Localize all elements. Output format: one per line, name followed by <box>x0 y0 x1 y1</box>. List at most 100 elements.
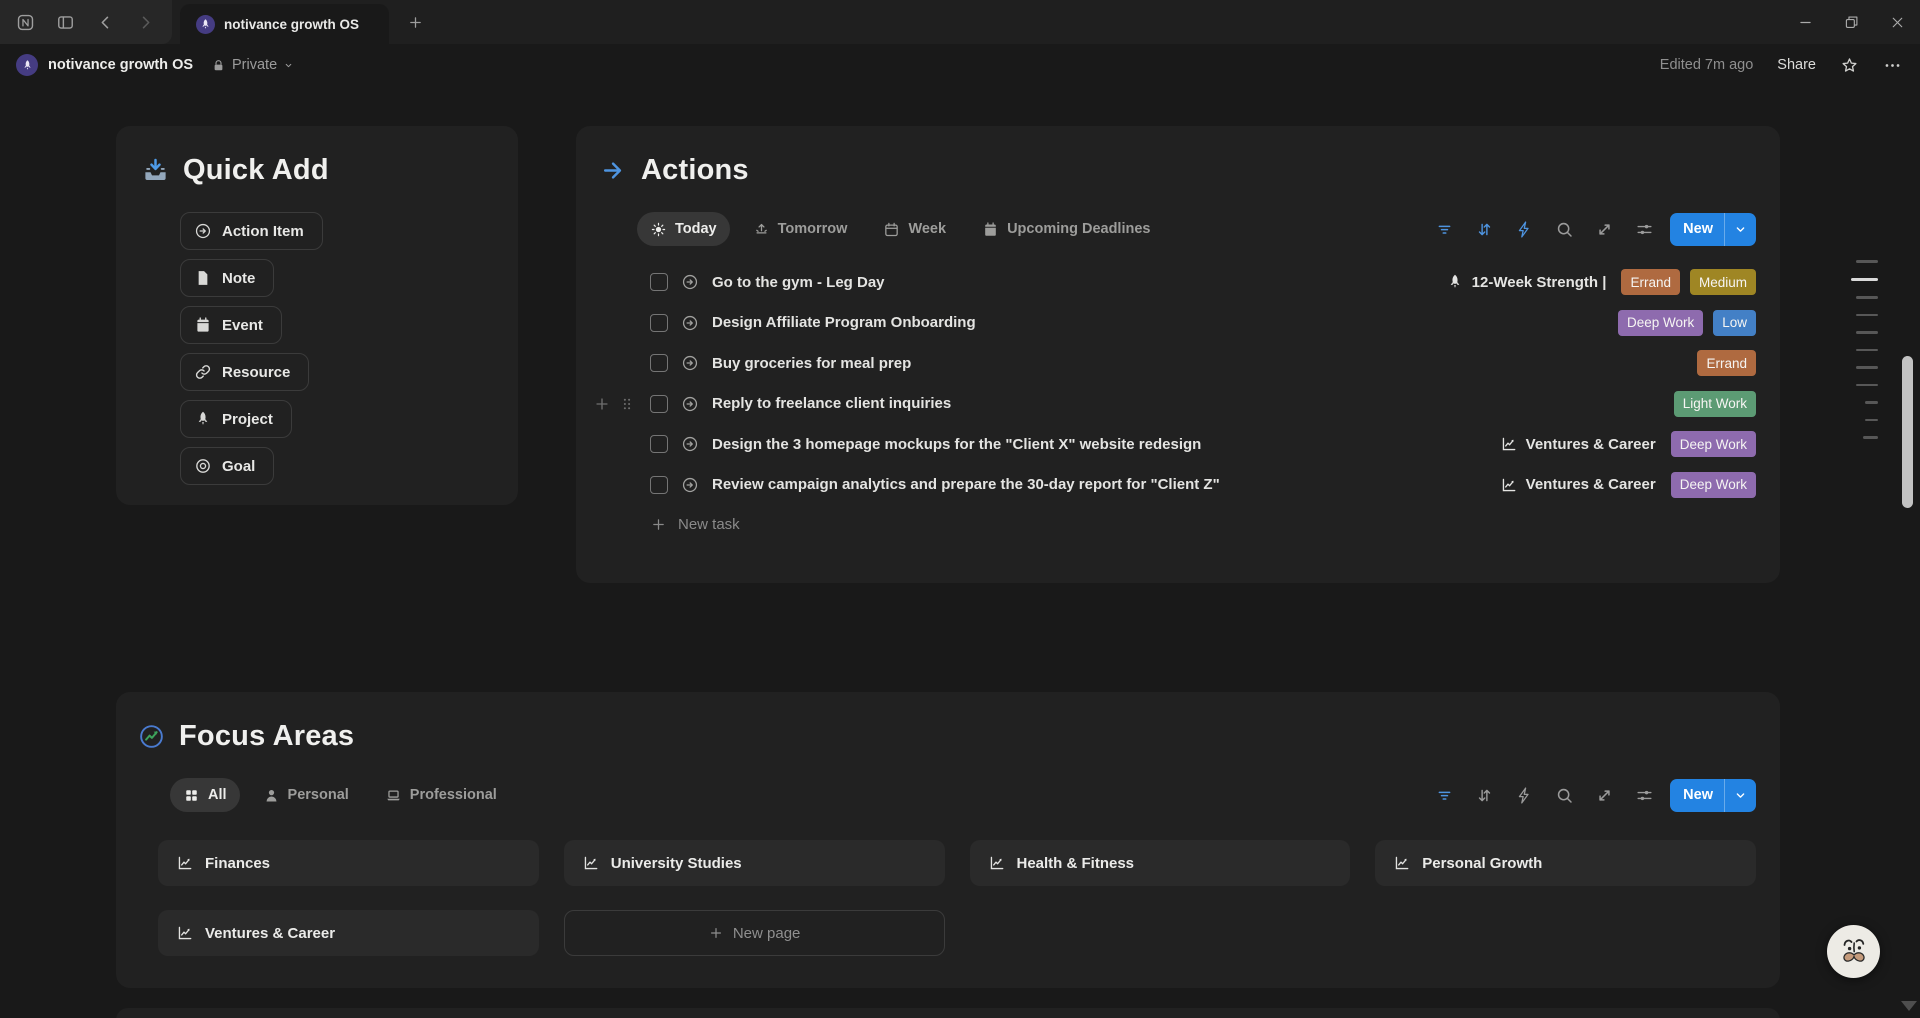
actions-view-week[interactable]: Week <box>870 212 959 246</box>
outline-dash[interactable] <box>1865 401 1878 404</box>
task-row[interactable]: Design the 3 homepage mockups for the "C… <box>600 424 1756 465</box>
focus-area-ventures-career[interactable]: Ventures & Career <box>158 910 539 956</box>
outline-dash[interactable] <box>1865 419 1878 422</box>
outline-dash[interactable] <box>1856 331 1878 334</box>
task-title[interactable]: Go to the gym - Leg Day <box>712 274 885 291</box>
sliders-button[interactable] <box>1635 220 1654 239</box>
notion-ai-face-button[interactable] <box>1827 925 1880 978</box>
sidebar-toggle-button[interactable] <box>48 6 82 38</box>
outline-dash[interactable] <box>1856 296 1878 299</box>
focus-area-health-fitness[interactable]: Health & Fitness <box>970 840 1351 886</box>
scrollbar-thumb[interactable] <box>1902 356 1913 508</box>
task-row[interactable]: Reply to freelance client inquiries Light… <box>600 384 1756 425</box>
task-project[interactable]: Ventures & Career <box>1500 476 1656 494</box>
focus-areas-card: Focus Areas AllPersonalProfessional New … <box>116 692 1780 988</box>
outline-dash[interactable] <box>1856 314 1878 317</box>
task-checkbox[interactable] <box>650 435 668 453</box>
outline-dash[interactable] <box>1863 436 1878 439</box>
favorite-button[interactable] <box>1840 56 1859 75</box>
actions-view-upcoming-deadlines[interactable]: Upcoming Deadlines <box>969 212 1163 246</box>
task-checkbox[interactable] <box>650 354 668 372</box>
sun-icon <box>650 221 667 238</box>
task-title[interactable]: Buy groceries for meal prep <box>712 355 911 372</box>
chart-icon <box>988 854 1006 872</box>
new-task-button[interactable]: New task <box>600 506 740 542</box>
focus-view-professional[interactable]: Professional <box>372 778 510 812</box>
tag-deep-work: Deep Work <box>1671 472 1756 498</box>
new-button-dropdown[interactable] <box>1725 788 1756 803</box>
expand-button[interactable] <box>1595 220 1614 239</box>
actions-new-button[interactable]: New <box>1670 213 1756 246</box>
filter-button[interactable] <box>1435 220 1454 239</box>
bolt-button[interactable] <box>1515 786 1534 805</box>
outline-dash[interactable] <box>1856 366 1878 369</box>
quick-add-button-label: Project <box>222 411 273 428</box>
tag-errand: Errand <box>1621 269 1680 295</box>
outline-dash[interactable] <box>1856 384 1878 387</box>
actions-view-tomorrow[interactable]: Tomorrow <box>740 212 861 246</box>
quick-add-goal-button[interactable]: Goal <box>180 447 274 485</box>
task-checkbox[interactable] <box>650 273 668 291</box>
task-project[interactable]: Ventures & Career <box>1500 435 1656 453</box>
minimize-button[interactable] <box>1782 0 1828 44</box>
page-tab[interactable]: notivance growth OS <box>180 4 389 44</box>
actions-toolbar <box>1435 220 1654 239</box>
quick-add-note-button[interactable]: Note <box>180 259 274 297</box>
task-checkbox[interactable] <box>650 314 668 332</box>
share-button[interactable]: Share <box>1777 57 1816 73</box>
chart-icon <box>1500 476 1518 494</box>
task-project[interactable]: 12-Week Strength | <box>1446 273 1607 291</box>
sort-button[interactable] <box>1475 220 1494 239</box>
task-title[interactable]: Design Affiliate Program Onboarding <box>712 314 976 331</box>
notion-logo-button[interactable] <box>8 6 42 38</box>
tag-light-work: Light Work <box>1674 391 1756 417</box>
task-title[interactable]: Reply to freelance client inquiries <box>712 395 951 412</box>
restore-button[interactable] <box>1828 0 1874 44</box>
new-page-button[interactable]: New page <box>564 910 945 956</box>
chevron-down-icon <box>1733 788 1748 803</box>
breadcrumb[interactable]: notivance growth OS <box>16 54 193 76</box>
expand-button[interactable] <box>1595 786 1614 805</box>
focus-new-button[interactable]: New <box>1670 779 1756 812</box>
focus-area-finances[interactable]: Finances <box>158 840 539 886</box>
sliders-button[interactable] <box>1635 786 1654 805</box>
arrow-circle-icon <box>681 314 699 332</box>
task-row[interactable]: Buy groceries for meal prepErrand <box>600 343 1756 384</box>
more-options-button[interactable] <box>1883 56 1902 75</box>
task-row[interactable]: Design Affiliate Program OnboardingDeep … <box>600 303 1756 344</box>
close-button[interactable] <box>1874 0 1920 44</box>
new-tab-button[interactable] <box>399 6 431 38</box>
back-chevron-button[interactable] <box>88 6 122 38</box>
task-title[interactable]: Review campaign analytics and prepare th… <box>712 476 1220 493</box>
privacy-dropdown[interactable]: Private <box>211 57 294 73</box>
task-title[interactable]: Design the 3 homepage mockups for the "C… <box>712 436 1201 453</box>
search-icon <box>1555 220 1574 239</box>
focus-view-personal[interactable]: Personal <box>250 778 362 812</box>
actions-view-today[interactable]: Today <box>637 212 730 246</box>
new-button-dropdown[interactable] <box>1725 222 1756 237</box>
quick-add-resource-button[interactable]: Resource <box>180 353 309 391</box>
search-button[interactable] <box>1555 220 1574 239</box>
forward-chevron-button[interactable] <box>128 6 162 38</box>
outline-dash[interactable] <box>1851 278 1878 282</box>
quick-add-project-button[interactable]: Project <box>180 400 292 438</box>
focus-area-university-studies[interactable]: University Studies <box>564 840 945 886</box>
quick-add-action-item-button[interactable]: Action Item <box>180 212 323 250</box>
filter-button[interactable] <box>1435 786 1454 805</box>
bolt-button[interactable] <box>1515 220 1534 239</box>
arrow-circle-icon <box>681 273 699 291</box>
sort-button[interactable] <box>1475 786 1494 805</box>
outline-dash[interactable] <box>1856 260 1878 263</box>
row-handles[interactable] <box>593 384 636 425</box>
task-checkbox[interactable] <box>650 395 668 413</box>
focus-area-personal-growth[interactable]: Personal Growth <box>1375 840 1756 886</box>
quick-add-event-button[interactable]: Event <box>180 306 282 344</box>
task-row[interactable]: Go to the gym - Leg Day 12-Week Strength … <box>600 262 1756 303</box>
outline-dash[interactable] <box>1856 349 1878 352</box>
task-row[interactable]: Review campaign analytics and prepare th… <box>600 465 1756 506</box>
task-checkbox[interactable] <box>650 476 668 494</box>
bolt-icon <box>1515 220 1534 239</box>
focus-view-all[interactable]: All <box>170 778 240 812</box>
page-outline-indicator[interactable] <box>1851 260 1878 439</box>
search-button[interactable] <box>1555 786 1574 805</box>
